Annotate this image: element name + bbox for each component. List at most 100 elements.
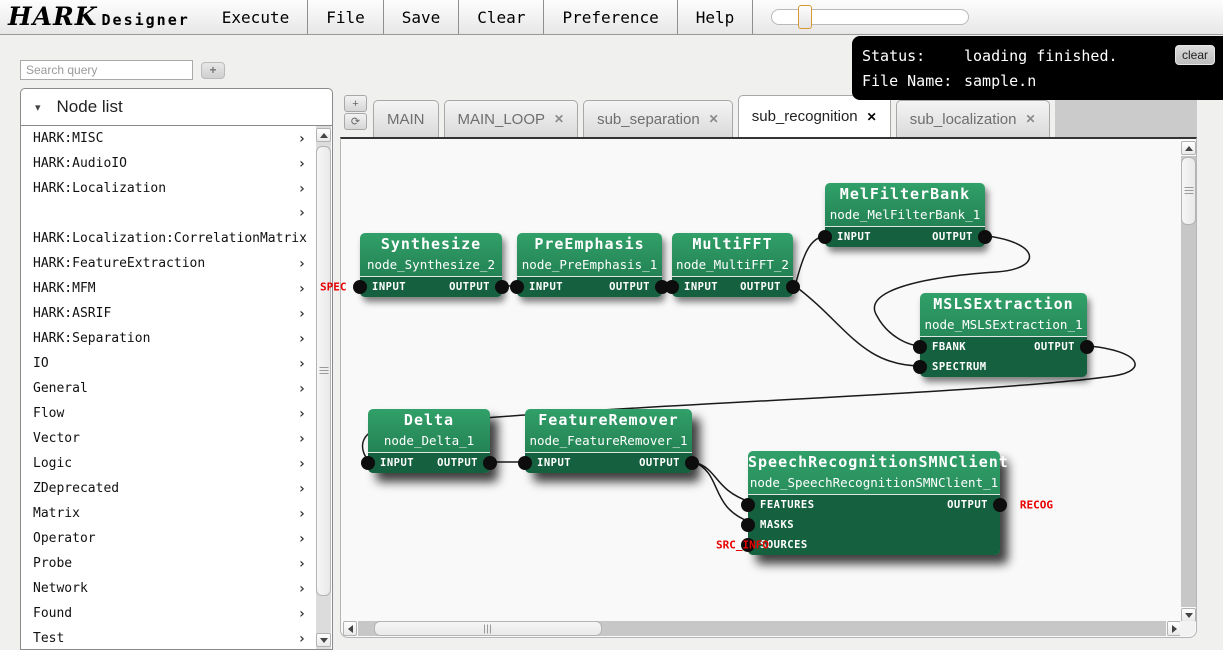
nodelist-item-hark-audioio[interactable]: HARK:AudioIO›	[21, 151, 332, 176]
add-tab-button[interactable]: +	[344, 95, 367, 112]
scroll-up-button[interactable]	[316, 128, 331, 142]
node-speechrecognitionsmnclient[interactable]: SpeechRecognitionSMNClient node_SpeechRe…	[748, 451, 1000, 555]
input-port[interactable]	[518, 456, 532, 470]
nodelist-item-found[interactable]: Found›	[21, 601, 332, 626]
nodelist-item-hark-mfm[interactable]: HARK:MFM›	[21, 276, 332, 301]
menu-preference[interactable]: Preference	[544, 0, 677, 34]
nodelist-item-probe[interactable]: Probe›	[21, 551, 332, 576]
nodelist-item-matrix[interactable]: Matrix›	[21, 501, 332, 526]
nodelist-item-test[interactable]: Test›	[21, 626, 332, 650]
node-melfilterbank[interactable]: MelFilterBank node_MelFilterBank_1 INPUT…	[825, 183, 985, 247]
input-port[interactable]	[353, 280, 367, 294]
output-port[interactable]	[978, 230, 992, 244]
input-port[interactable]	[665, 280, 679, 294]
node-delta[interactable]: Delta node_Delta_1 INPUT OUTPUT	[368, 409, 490, 473]
nodelist-item-general[interactable]: General›	[21, 376, 332, 401]
node-preemphasis[interactable]: PreEmphasis node_PreEmphasis_1 INPUT OUT…	[517, 233, 662, 297]
input-port[interactable]	[361, 456, 375, 470]
node-name: node_Synthesize_2	[360, 256, 502, 274]
scroll-right-button[interactable]	[1167, 621, 1181, 636]
nodelist-item-hark-localization[interactable]: HARK:Localization›	[21, 176, 332, 201]
chevron-right-icon: ›	[298, 156, 306, 172]
scroll-left-button[interactable]	[343, 621, 357, 636]
flow-canvas[interactable]: Synthesize node_Synthesize_2 SPEC INPUT …	[340, 137, 1197, 638]
canvas-horizontal-scrollbar[interactable]	[342, 621, 1182, 636]
menu-file[interactable]: File	[308, 0, 384, 34]
output-port[interactable]	[483, 456, 497, 470]
node-synthesize[interactable]: Synthesize node_Synthesize_2 SPEC INPUT …	[360, 233, 502, 297]
wire-multifft-spectrum	[795, 286, 922, 366]
node-title: MSLSExtraction	[920, 293, 1087, 316]
node-mslsextraction[interactable]: MSLSExtraction node_MSLSExtraction_1 FBA…	[920, 293, 1087, 377]
spectrum-port[interactable]	[913, 360, 927, 374]
search-add-button[interactable]: +	[201, 62, 225, 79]
chevron-right-icon: ›	[298, 331, 306, 347]
masks-port[interactable]	[741, 518, 755, 532]
node-featureremover[interactable]: FeatureRemover node_FeatureRemover_1 INP…	[525, 409, 692, 473]
features-port[interactable]	[741, 498, 755, 512]
scroll-down-button[interactable]	[1181, 608, 1196, 622]
search-input[interactable]	[20, 60, 193, 80]
output-port[interactable]	[1080, 340, 1094, 354]
output-port[interactable]	[685, 456, 699, 470]
nodelist-item-network[interactable]: Network›	[21, 576, 332, 601]
chevron-right-icon: ›	[298, 381, 306, 397]
logo-hark: HARK	[8, 2, 98, 31]
nodelist-item-hark-featureextraction[interactable]: HARK:FeatureExtraction›	[21, 251, 332, 276]
output-port[interactable]	[993, 498, 1007, 512]
scroll-down-icon	[1185, 613, 1193, 618]
tab-main[interactable]: MAIN	[373, 100, 439, 137]
node-multifft[interactable]: MultiFFT node_MultiFFT_2 INPUT OUTPUT	[672, 233, 793, 297]
tab-sub-localization[interactable]: sub_localization✕	[896, 100, 1050, 137]
scroll-right-icon	[1172, 625, 1177, 633]
scrollbar-thumb[interactable]	[1181, 157, 1196, 225]
scrollbar-thumb[interactable]	[374, 621, 602, 636]
zoom-slider-handle[interactable]	[798, 5, 812, 29]
scroll-up-button[interactable]	[1181, 141, 1196, 155]
nodelist-item-logic[interactable]: Logic›	[21, 451, 332, 476]
tab-sub-separation[interactable]: sub_separation✕	[583, 100, 733, 137]
output-port[interactable]	[495, 280, 509, 294]
scrollbar-thumb[interactable]	[316, 146, 331, 596]
node-title: FeatureRemover	[525, 409, 692, 432]
nodelist-item-hark-asrif[interactable]: HARK:ASRIF›	[21, 301, 332, 326]
node-name: node_MelFilterBank_1	[825, 206, 985, 224]
nodelist-item-vector[interactable]: Vector›	[21, 426, 332, 451]
menu-execute[interactable]: Execute	[204, 0, 308, 34]
nodelist-item-hark-separation[interactable]: HARK:Separation›	[21, 326, 332, 351]
fbank-port[interactable]	[913, 340, 927, 354]
scroll-down-icon	[320, 638, 328, 643]
external-sources-label: SRC_INFO	[716, 539, 769, 552]
tab-sub-recognition[interactable]: sub_recognition✕	[738, 95, 891, 137]
zoom-slider[interactable]	[771, 9, 969, 25]
close-tab-icon[interactable]: ✕	[554, 112, 564, 126]
wire-featureremover-features	[694, 462, 750, 502]
nodelist-item-hark-localization-correlationmatrix[interactable]: ›HARK:Localization:CorrelationMatrix	[21, 201, 332, 251]
tab-main-loop[interactable]: MAIN_LOOP✕	[444, 100, 579, 137]
close-tab-icon[interactable]: ✕	[867, 110, 877, 124]
canvas-vertical-scrollbar[interactable]	[1181, 140, 1196, 623]
nodelist-item-io[interactable]: IO›	[21, 351, 332, 376]
tab-strip-filler	[1055, 100, 1197, 137]
scrollbar-corner	[1180, 621, 1195, 636]
collapse-caret-icon[interactable]: ▾	[35, 101, 41, 114]
scroll-down-button[interactable]	[316, 633, 331, 647]
menu-help[interactable]: Help	[678, 0, 754, 34]
node-name: node_SpeechRecognitionSMNClient_1	[748, 474, 1000, 492]
sidebar-scrollbar[interactable]	[316, 126, 331, 649]
input-port[interactable]	[510, 280, 524, 294]
nodelist-item-zdeprecated[interactable]: ZDeprecated›	[21, 476, 332, 501]
close-tab-icon[interactable]: ✕	[1025, 112, 1035, 126]
menu-clear[interactable]: Clear	[459, 0, 544, 34]
output-port[interactable]	[786, 280, 800, 294]
node-list-header[interactable]: ▾ Node list	[20, 88, 333, 126]
nodelist-item-flow[interactable]: Flow›	[21, 401, 332, 426]
nodelist-item-operator[interactable]: Operator›	[21, 526, 332, 551]
nodelist-item-hark-misc[interactable]: HARK:MISC›	[21, 126, 332, 151]
close-tab-icon[interactable]: ✕	[709, 112, 719, 126]
input-port[interactable]	[818, 230, 832, 244]
status-clear-button[interactable]: clear	[1175, 45, 1215, 65]
reload-tab-button[interactable]: ⟳	[344, 113, 367, 130]
chevron-right-icon: ›	[298, 406, 306, 422]
menu-save[interactable]: Save	[384, 0, 460, 34]
